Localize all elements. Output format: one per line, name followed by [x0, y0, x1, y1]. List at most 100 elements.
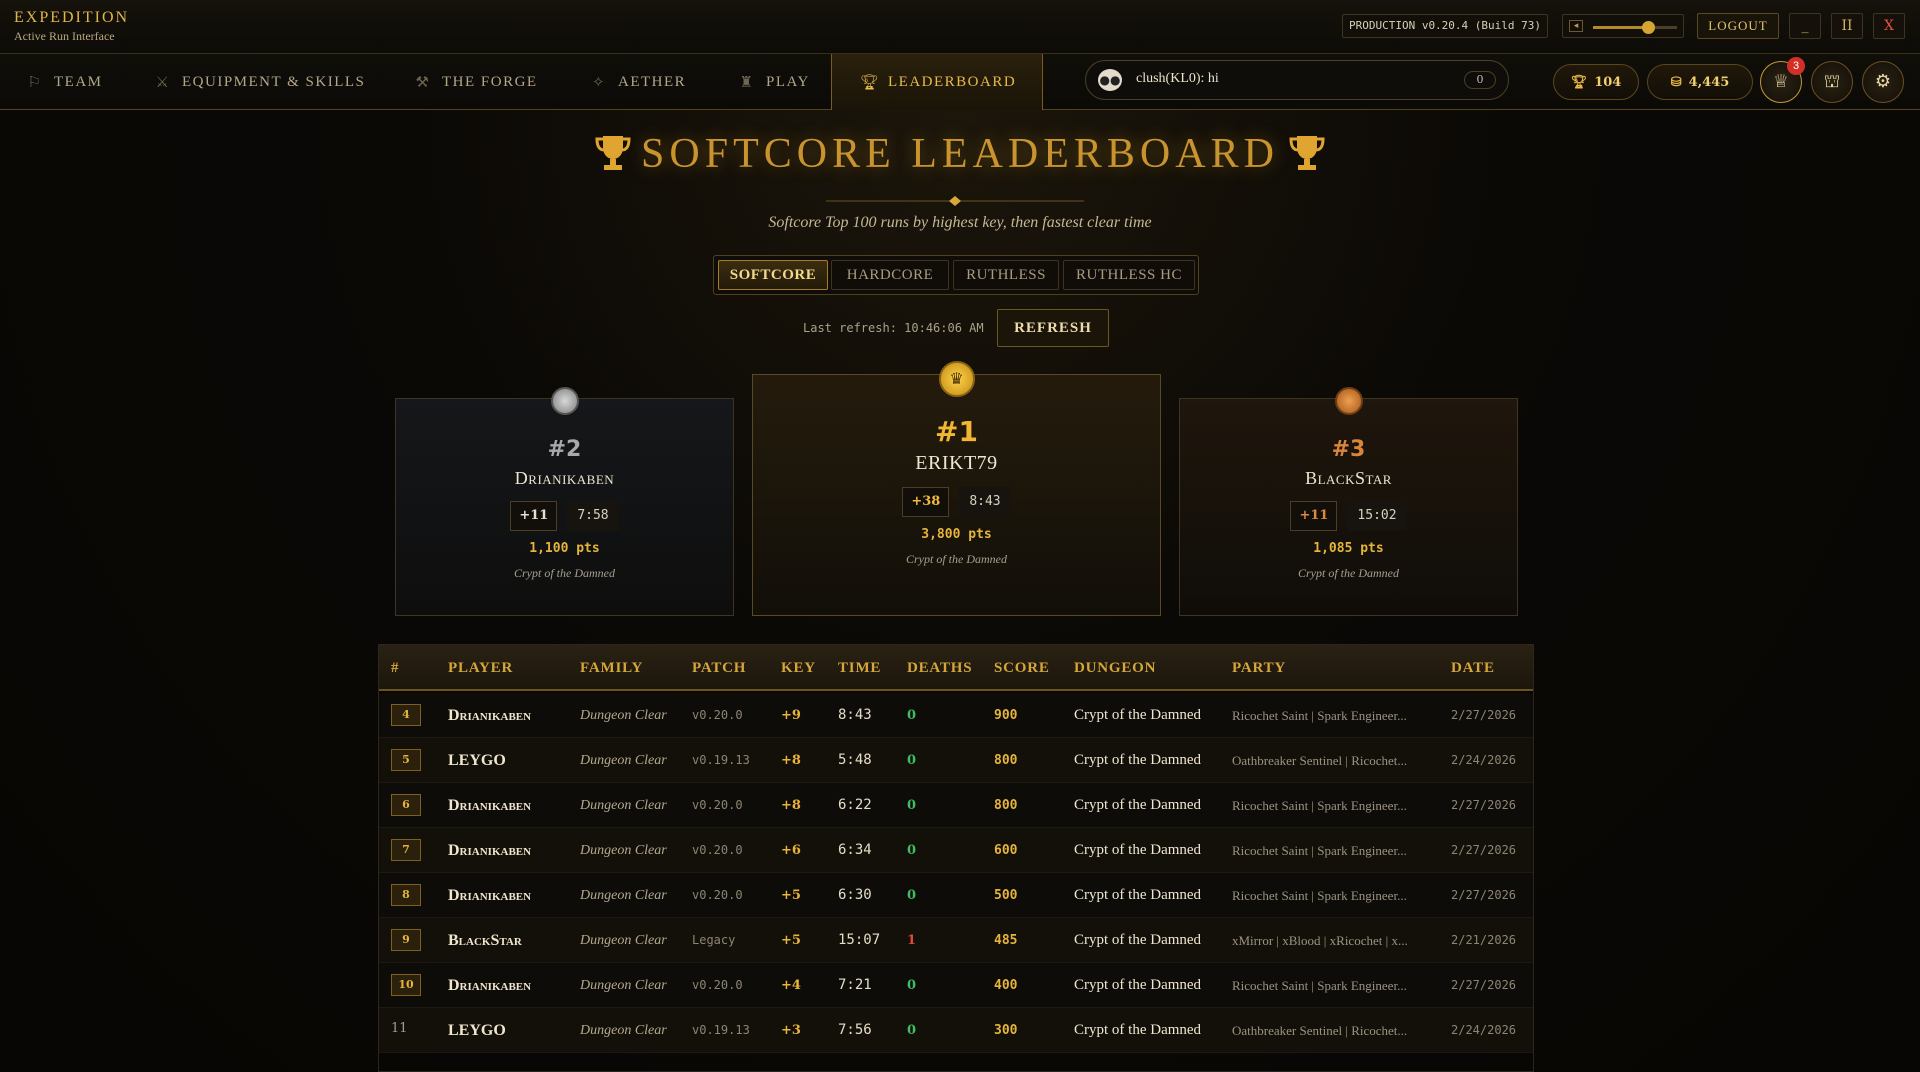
page-title: SOFTCORE LEADERBOARD [0, 130, 1920, 178]
cell-rank: 6 [391, 794, 421, 816]
volume-control[interactable]: ◂ [1562, 14, 1684, 38]
silver-medal-icon [550, 387, 579, 415]
tab-the-forge[interactable]: ⚒ THE FORGE [414, 54, 538, 110]
col-player[interactable]: PLAYER [448, 645, 513, 691]
cell-dungeon: Crypt of the Damned [1074, 842, 1202, 858]
cell-family: Dungeon Clear [580, 888, 667, 903]
cell-score: 800 [994, 798, 1018, 813]
mode-hardcore[interactable]: HARDCORE [831, 260, 949, 290]
tab-aether[interactable]: ✧ AETHER [590, 54, 686, 110]
cell-key: +3 [781, 1023, 801, 1038]
cell-rank: 11 [391, 1021, 408, 1036]
podium-rank: #3 [1331, 437, 1366, 462]
cell-player: LEYGO [448, 1022, 506, 1039]
cell-score: 500 [994, 888, 1018, 903]
table-row[interactable]: 5 LEYGO Dungeon Clear v0.19.13 +8 5:48 0 800 Cry… [379, 738, 1533, 783]
cell-family: Dungeon Clear [580, 708, 667, 723]
table-row[interactable]: 10 Drianikaben Dungeon Clear v0.20.0 +4 7:21 0… [379, 963, 1533, 1008]
cell-time: 6:22 [838, 797, 872, 813]
crown-medal-icon: ♛ [938, 361, 975, 397]
col-date[interactable]: DATE [1451, 645, 1495, 691]
cell-rank: 5 [391, 749, 421, 771]
guild-icon: ⛫ [1823, 71, 1841, 92]
cell-deaths: 0 [907, 978, 917, 993]
table-row[interactable]: 7 Drianikaben Dungeon Clear v0.20.0 +6 6:34 0 6… [379, 828, 1533, 873]
brand: EXPEDITION Active Run Interface [14, 9, 129, 44]
gold-counter: ⛁ 4,445 [1647, 64, 1753, 100]
cell-player: Drianikaben [448, 977, 532, 994]
col-family[interactable]: FAMILY [580, 645, 643, 691]
title-divider [826, 196, 1084, 206]
cell-key: +8 [781, 798, 801, 813]
mode-ruthless[interactable]: RUTHLESS [953, 260, 1059, 290]
coins-icon: ⛁ [1670, 74, 1682, 90]
chat-box[interactable]: ●● clush(KL0): hi 0 [1085, 60, 1509, 100]
chat-unread-count: 0 [1464, 71, 1496, 89]
cell-key: +6 [781, 843, 801, 858]
table-row[interactable]: 6 Drianikaben Dungeon Clear v0.20.0 +8 6:22 0 8… [379, 783, 1533, 828]
cell-family: Dungeon Clear [580, 933, 667, 948]
col-score[interactable]: SCORE [994, 645, 1050, 691]
settings-button[interactable]: ⚙ [1862, 61, 1904, 103]
pause-button[interactable]: II [1831, 13, 1863, 39]
table-row[interactable]: 11 LEYGO Dungeon Clear v0.19.13 +3 7:56 0 300 Cr… [379, 1008, 1533, 1053]
cell-dungeon: Crypt of the Damned [1074, 1022, 1202, 1038]
tab-team[interactable]: ⚐ TEAM [26, 54, 103, 110]
podium-dungeon: Crypt of the Damned [514, 566, 615, 580]
trophy-icon: 🏆︎ [1570, 74, 1588, 90]
chat-last-message: clush(KL0): hi [1136, 71, 1219, 86]
volume-knob[interactable] [1642, 21, 1656, 34]
cell-date: 2/24/2026 [1451, 753, 1517, 767]
cell-deaths: 0 [907, 708, 917, 723]
cell-score: 300 [994, 1023, 1018, 1038]
cell-party: Ricochet Saint | Spark Engineer... [1232, 978, 1407, 993]
col-deaths[interactable]: DEATHS [907, 645, 972, 691]
cell-dungeon: Crypt of the Damned [1074, 887, 1202, 903]
mode-ruthless-hc[interactable]: RUTHLESS HC [1063, 260, 1195, 290]
cell-time: 8:43 [838, 707, 872, 723]
table-row[interactable]: 9 BlackStar Dungeon Clear Legacy +5 15:07 1 485… [379, 918, 1533, 963]
main-nav: ⚐ TEAM ⚔ EQUIPMENT & SKILLS ⚒ THE FORGE … [0, 54, 1920, 110]
guild-button[interactable]: ⛫ [1811, 61, 1853, 103]
podium-time: 15:02 [1347, 501, 1407, 531]
notification-badge: 3 [1787, 57, 1805, 75]
refresh-button[interactable]: REFRESH [997, 309, 1109, 347]
podium-first[interactable]: ♛ #1 ERIKT79 +38 8:43 3,800 pts Crypt of… [752, 361, 1161, 616]
cell-deaths: 1 [907, 933, 917, 948]
logout-button[interactable]: LOGOUT [1697, 13, 1779, 39]
podium-points: 1,085 pts [1313, 541, 1384, 556]
col-party[interactable]: PARTY [1232, 645, 1286, 691]
podium-third[interactable]: #3 BlackStar +11 15:02 1,085 pts Crypt o… [1179, 387, 1518, 616]
close-button[interactable]: X [1873, 13, 1905, 39]
title-bar: EXPEDITION Active Run Interface PRODUCTI… [0, 0, 1920, 54]
cell-time: 6:34 [838, 842, 872, 858]
leaderboard-page: SOFTCORE LEADERBOARD Softcore Top 100 ru… [0, 110, 1920, 1072]
col-time[interactable]: TIME [838, 645, 881, 691]
cell-party: Ricochet Saint | Spark Engineer... [1232, 798, 1407, 813]
cell-dungeon: Crypt of the Damned [1074, 707, 1202, 723]
col-rank[interactable]: # [391, 645, 399, 691]
tab-equipment-skills[interactable]: ⚔ EQUIPMENT & SKILLS [154, 54, 365, 110]
volume-slider[interactable] [1593, 21, 1677, 34]
minimize-button[interactable]: _ [1789, 13, 1821, 39]
podium-key: +11 [1290, 501, 1338, 531]
cell-party: Ricochet Saint | Spark Engineer... [1232, 843, 1407, 858]
achievements-button[interactable]: ♕ 3 [1760, 57, 1805, 103]
col-patch[interactable]: PATCH [692, 645, 746, 691]
speaker-icon[interactable]: ◂ [1569, 20, 1583, 32]
podium-key: +38 [902, 487, 950, 517]
table-row[interactable]: 8 Drianikaben Dungeon Clear v0.20.0 +5 6:30 0 5… [379, 873, 1533, 918]
cell-player: Drianikaben [448, 707, 532, 724]
tab-play[interactable]: ♜ PLAY [738, 54, 810, 110]
cell-player: Drianikaben [448, 842, 532, 859]
runner-icon: ⚐ [27, 74, 43, 91]
table-row[interactable]: 4 Drianikaben Dungeon Clear v0.20.0 +9 8:43 0 9… [379, 693, 1533, 738]
podium-player: BlackStar [1305, 468, 1392, 488]
podium-second[interactable]: #2 Drianikaben +11 7:58 1,100 pts Crypt … [395, 387, 734, 616]
mode-softcore[interactable]: SOFTCORE [718, 260, 828, 290]
col-dungeon[interactable]: DUNGEON [1074, 645, 1156, 691]
tab-leaderboard[interactable]: 🏆︎ LEADERBOARD [831, 54, 1043, 110]
trophy-icon [595, 136, 631, 170]
cell-deaths: 0 [907, 888, 917, 903]
col-key[interactable]: KEY [781, 645, 816, 691]
